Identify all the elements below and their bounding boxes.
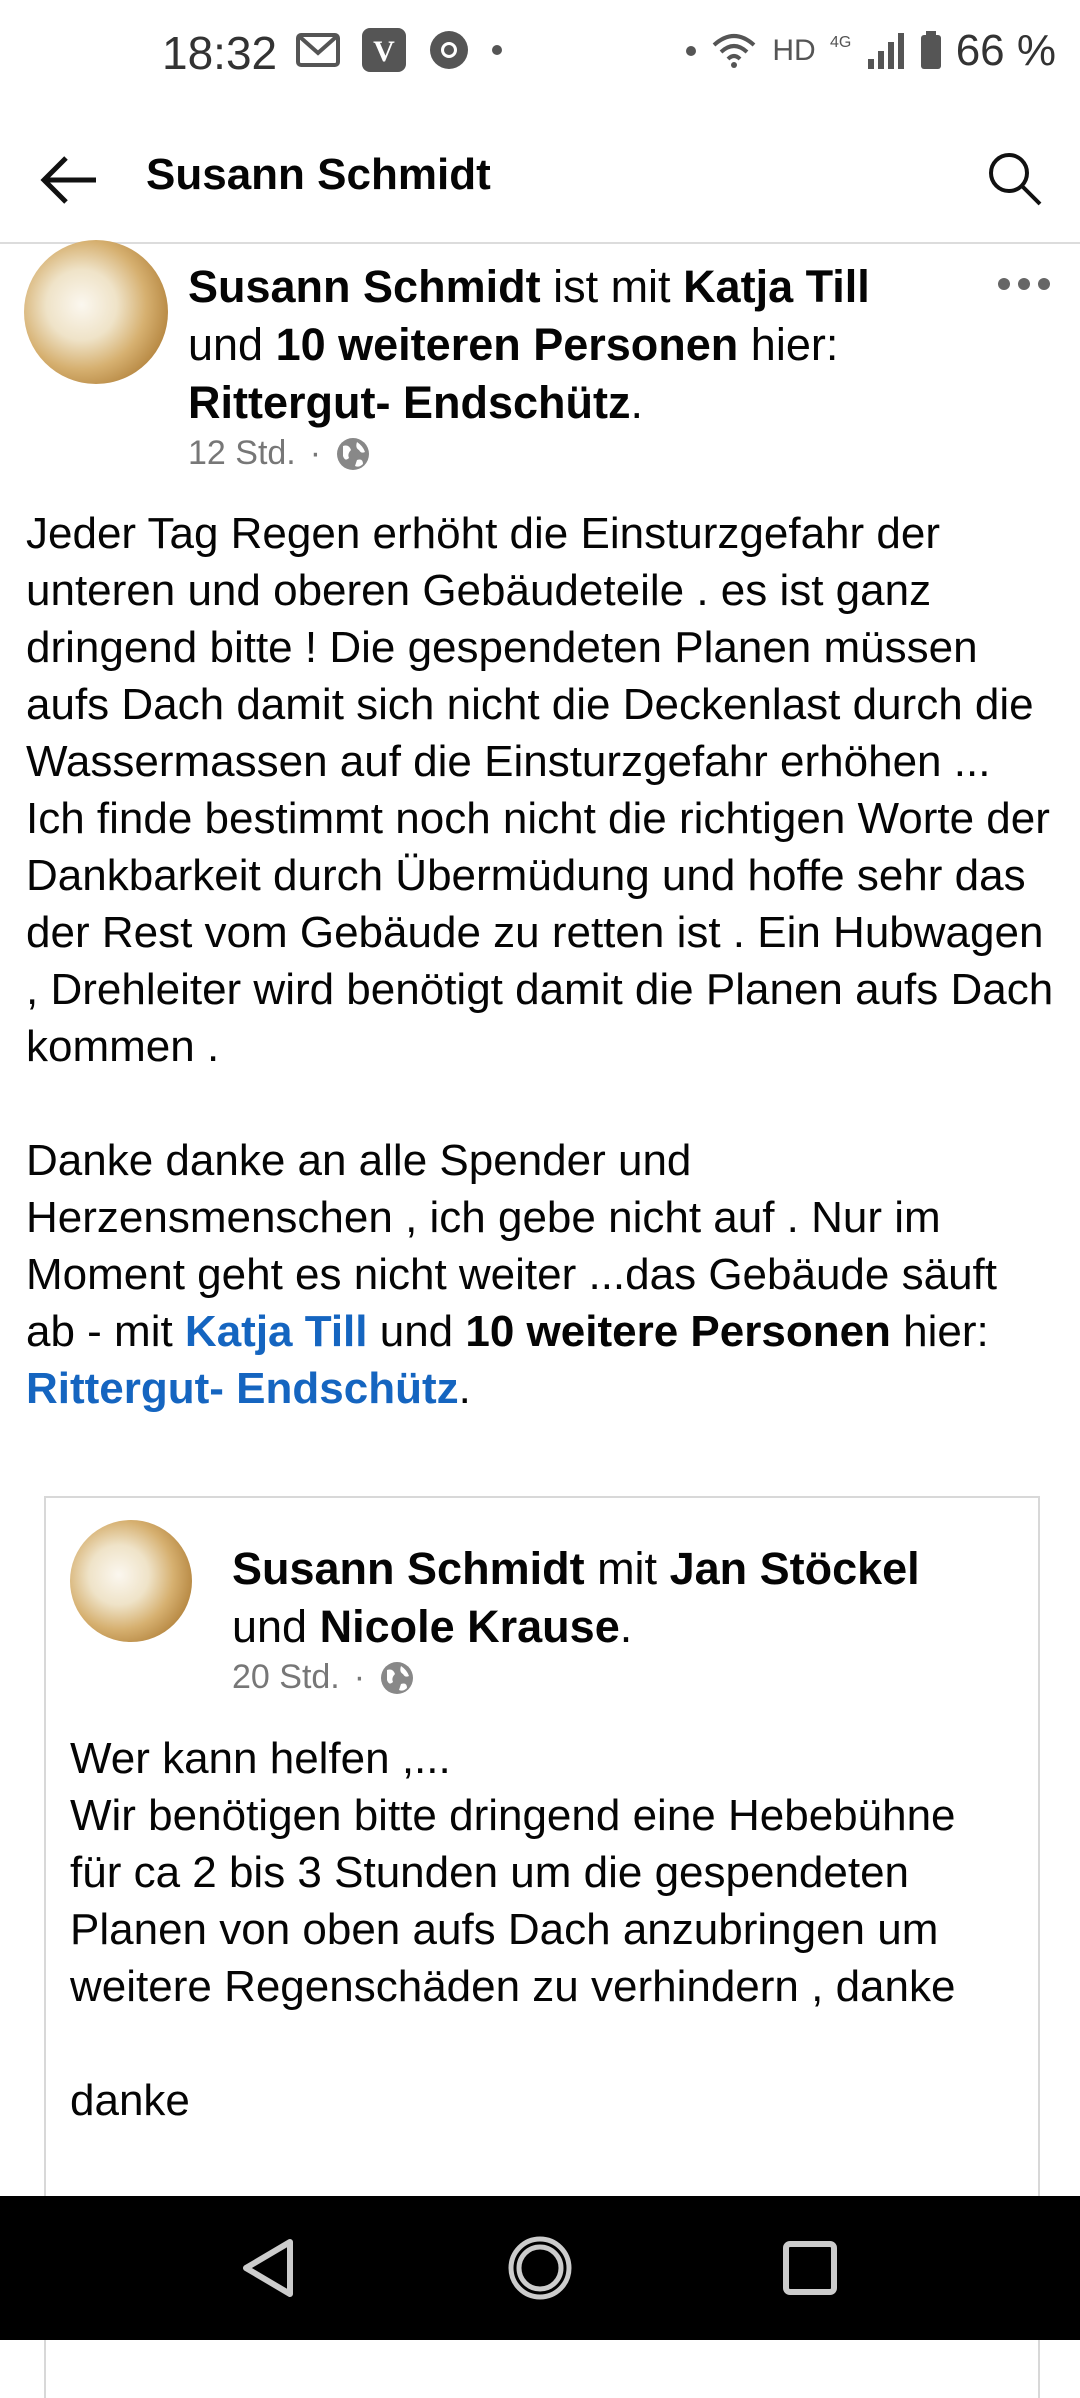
nav-back-icon[interactable] bbox=[234, 2232, 306, 2304]
network-label: HD bbox=[772, 34, 816, 67]
svg-text:V: V bbox=[373, 35, 395, 68]
more-dot bbox=[1018, 278, 1030, 290]
post-paragraph-spacer bbox=[26, 1075, 1056, 1132]
period: . bbox=[458, 1364, 471, 1413]
system-nav-bar bbox=[0, 2196, 1080, 2340]
here-text: hier: bbox=[738, 319, 839, 370]
period: . bbox=[630, 377, 643, 428]
post-meta: 12 Std. · bbox=[188, 434, 371, 473]
author-avatar[interactable] bbox=[24, 240, 168, 384]
tagged-person-link[interactable]: Nicole Krause bbox=[320, 1601, 620, 1652]
and-text: und bbox=[232, 1601, 320, 1652]
4g-icon: 4G bbox=[830, 34, 851, 51]
v-app-icon: V bbox=[362, 28, 406, 72]
post-header: Susann Schmidt ist mit Katja Till und 10… bbox=[188, 258, 928, 432]
others-link[interactable]: 10 weitere Personen bbox=[465, 1307, 891, 1356]
post-body: Jeder Tag Regen erhöht die Einsturzgefah… bbox=[26, 505, 1056, 1417]
svg-text:4G: 4G bbox=[830, 34, 851, 51]
chrome-icon bbox=[430, 31, 468, 69]
gmail-icon bbox=[296, 33, 340, 67]
shared-post-time[interactable]: 20 Std. bbox=[232, 1658, 340, 1697]
and-text: und bbox=[367, 1307, 466, 1356]
battery-percent: 66 % bbox=[955, 26, 1056, 75]
page-title: Susann Schmidt bbox=[146, 150, 491, 199]
shared-post-meta: 20 Std. · bbox=[232, 1658, 415, 1697]
period: . bbox=[619, 1601, 633, 1652]
tagged-person-link[interactable]: Jan Stöckel bbox=[670, 1543, 920, 1594]
shared-post-line: Wir benötigen bitte dringend eine Hebebü… bbox=[70, 1791, 956, 2011]
place-link[interactable]: Rittergut- Endschütz bbox=[26, 1364, 459, 1413]
with-text: mit bbox=[584, 1543, 670, 1594]
shared-post-line: danke bbox=[70, 2076, 190, 2125]
more-dot bbox=[1038, 278, 1050, 290]
dot-icon bbox=[686, 46, 697, 56]
globe-icon bbox=[381, 1661, 414, 1694]
with-text: ist mit bbox=[540, 261, 684, 312]
author-name-link[interactable]: Susann Schmidt bbox=[188, 261, 541, 312]
status-bar: 18:32 V HD 4G 66 % bbox=[0, 0, 1080, 110]
search-icon[interactable] bbox=[982, 146, 1046, 210]
shared-author-link[interactable]: Susann Schmidt bbox=[232, 1543, 585, 1594]
notification-icons: V bbox=[296, 28, 502, 72]
app-bar: Susann Schmidt bbox=[0, 110, 1080, 244]
post-paragraph: Ich finde bestimmt noch nicht die richti… bbox=[26, 794, 1054, 1071]
more-options-button[interactable] bbox=[998, 278, 1050, 290]
dot-icon bbox=[492, 45, 502, 55]
shared-post-spacer bbox=[70, 2015, 1010, 2072]
here-text: hier: bbox=[890, 1307, 989, 1356]
meta-separator: · bbox=[353, 1658, 366, 1696]
post-paragraph: Danke danke an alle Spender und Herzensm… bbox=[26, 1132, 1056, 1417]
post-time[interactable]: 12 Std. bbox=[188, 434, 296, 473]
system-icons: HD 4G 66 % bbox=[686, 26, 1056, 76]
globe-icon bbox=[337, 437, 370, 470]
nav-home-icon[interactable] bbox=[504, 2232, 576, 2304]
more-dot bbox=[998, 278, 1010, 290]
shared-post-body: Wer kann helfen ,... Wir benötigen bitte… bbox=[70, 1730, 1010, 2129]
back-arrow-icon[interactable] bbox=[36, 146, 104, 214]
others-link[interactable]: 10 weiteren Personen bbox=[276, 319, 739, 370]
shared-author-avatar[interactable] bbox=[70, 1520, 192, 1642]
meta-separator: · bbox=[309, 434, 322, 472]
shared-post-header: Susann Schmidt mit Jan Stöckel und Nicol… bbox=[232, 1540, 992, 1656]
post-paragraph: Jeder Tag Regen erhöht die Einsturzgefah… bbox=[26, 509, 1034, 786]
signal-icon bbox=[867, 33, 904, 69]
and-text: und bbox=[188, 319, 276, 370]
tagged-person-link[interactable]: Katja Till bbox=[683, 261, 870, 312]
wifi-icon bbox=[713, 34, 756, 68]
status-time: 18:32 bbox=[162, 27, 278, 79]
battery-icon bbox=[920, 31, 941, 69]
nav-recents-icon[interactable] bbox=[774, 2232, 846, 2304]
tagged-person-link[interactable]: Katja Till bbox=[185, 1307, 368, 1356]
shared-post-line: Wer kann helfen ,... bbox=[70, 1734, 451, 1783]
place-link[interactable]: Rittergut- Endschütz bbox=[188, 377, 630, 428]
